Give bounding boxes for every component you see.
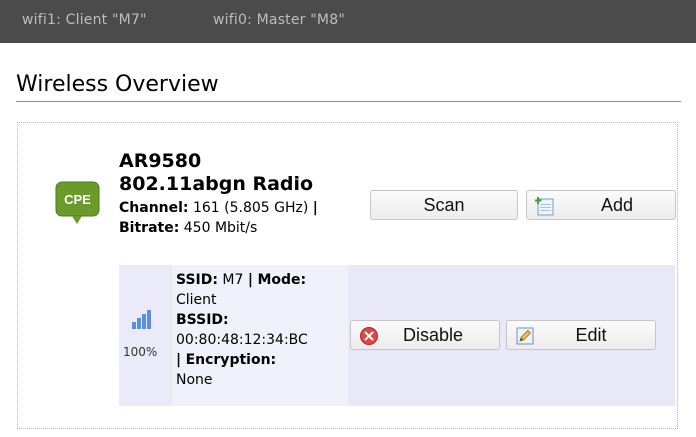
bssid-value: 00:80:48:12:34:BC [176,332,308,348]
title-divider [16,101,681,102]
scan-button[interactable]: Scan [370,190,518,220]
signal-cell [119,265,170,406]
mode-value: Client [176,292,217,308]
edit-button-label: Edit [575,324,607,345]
encryption-value: None [176,372,213,388]
bitrate-value: 450 Mbit/s [183,220,258,236]
channel-value: 161 (5.805 GHz) [192,200,309,216]
add-button[interactable]: Add [526,190,676,220]
info-separator: | [247,272,253,288]
encryption-label: Encryption: [185,352,277,368]
disable-button[interactable]: Disable [350,320,500,350]
cpe-icon: CPE [55,181,100,224]
signal-bars-icon [132,310,151,329]
ssid-value: M7 [222,272,244,288]
bitrate-label: Bitrate: [119,220,180,236]
mode-label: Mode: [257,272,307,288]
add-network-icon [535,197,554,216]
radio-model: AR9580 [119,150,202,172]
signal-quality: 100% [123,345,158,359]
disable-button-label: Disable [402,324,464,345]
info-separator: | [176,352,182,368]
channel-label: Channel: [119,200,189,216]
wifi1-status[interactable]: wifi1: Client "M7" [22,12,147,28]
add-button-label: Add [600,194,634,215]
scan-button-label: Scan [423,194,465,215]
edit-icon [516,327,534,345]
svg-text:CPE: CPE [64,192,91,207]
edit-button[interactable]: Edit [506,320,656,350]
page-title: Wireless Overview [16,72,219,97]
ssid-label: SSID: [176,272,218,288]
wifi0-status[interactable]: wifi0: Master "M8" [213,12,345,28]
radio-name: AR9580 802.11abgn Radio [119,150,359,196]
network-info: SSID: M7 | Mode: Client BSSID: 00:80:48:… [176,270,346,390]
radio-type: 802.11abgn Radio [119,173,314,195]
disable-icon [360,327,378,345]
info-separator: | [312,200,318,216]
top-status-bar: wifi1: Client "M7" wifi0: Master "M8" [0,0,696,43]
radio-info: Channel: 161 (5.805 GHz) | Bitrate: 450 … [119,198,359,238]
bssid-label: BSSID: [176,312,229,328]
